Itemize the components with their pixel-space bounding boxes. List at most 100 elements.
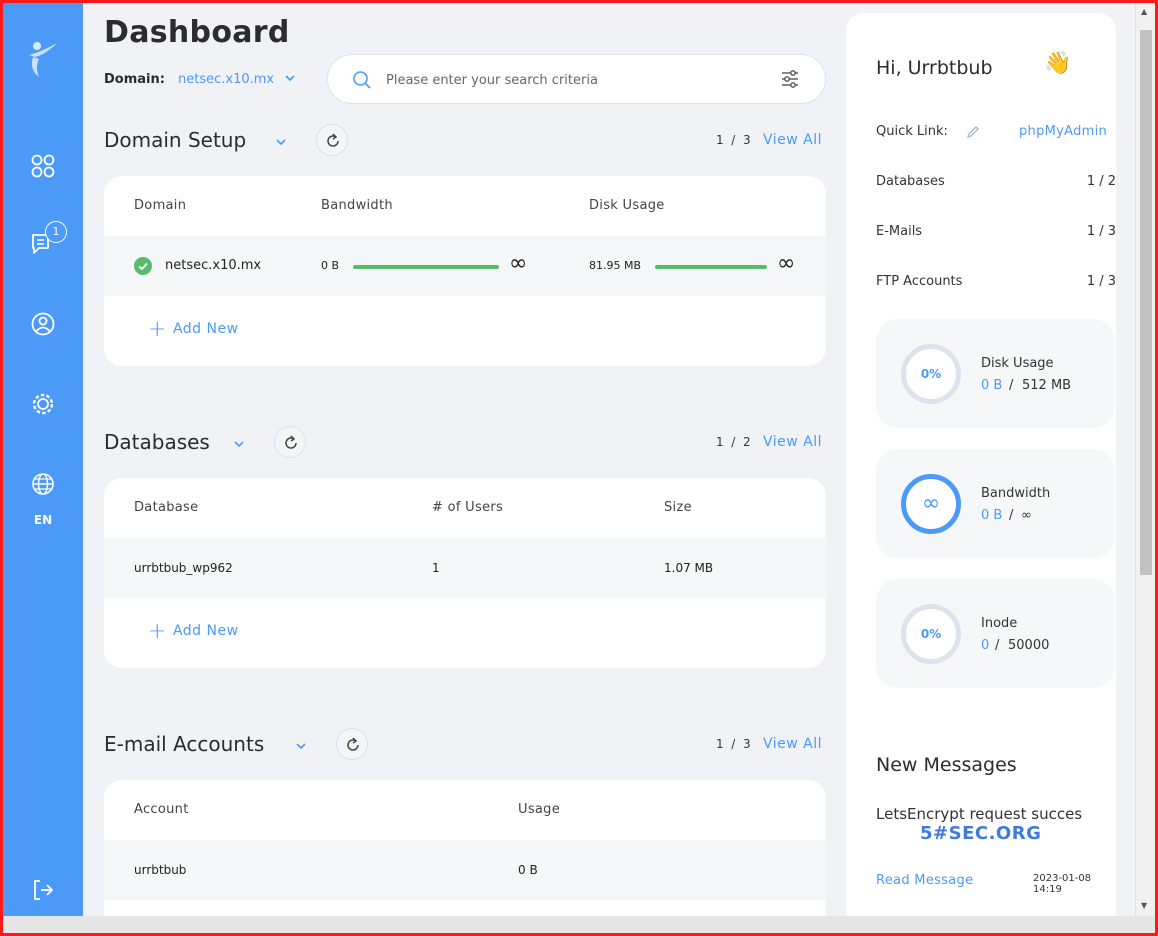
- language-selector[interactable]: EN: [3, 513, 83, 527]
- scroll-down-arrow-icon[interactable]: ▼: [1141, 901, 1147, 910]
- search-input[interactable]: [386, 68, 766, 92]
- pager-current: 1: [716, 737, 724, 751]
- domain-name[interactable]: netsec.x10.mx: [165, 258, 261, 273]
- read-message-link[interactable]: Read Message: [876, 873, 973, 888]
- inode-card: 0% Inode 0 / 50000: [876, 579, 1115, 688]
- check-circle-icon: [134, 257, 152, 275]
- chevron-down-icon[interactable]: [295, 741, 307, 751]
- pager: 1 / 3: [716, 133, 751, 147]
- refresh-icon: [285, 435, 297, 449]
- table-row[interactable]: urrbtbub 0 B: [104, 840, 826, 900]
- bandwidth-card: ∞ Bandwidth 0 B / ∞: [876, 449, 1115, 558]
- chevron-down-icon[interactable]: [275, 137, 287, 147]
- pager-separator: /: [731, 133, 736, 147]
- scroll-up-arrow-icon[interactable]: ▲: [1141, 7, 1147, 16]
- domain-label: Domain:: [104, 72, 165, 87]
- database-size: 1.07 MB: [664, 561, 714, 575]
- bandwidth-value: 0 B: [321, 259, 340, 272]
- scrollbar-thumb[interactable]: [1140, 30, 1152, 575]
- database-name[interactable]: urrbtbub_wp962: [134, 561, 233, 575]
- sidebar: 1 EN: [3, 3, 83, 916]
- refresh-button[interactable]: [336, 728, 368, 760]
- email-usage: 0 B: [518, 863, 538, 877]
- databases-title: Databases: [104, 430, 210, 454]
- domain-selector[interactable]: netsec.x10.mx: [178, 72, 274, 87]
- resource-title: Bandwidth: [981, 486, 1051, 501]
- resource-used: 0 B: [981, 378, 1003, 393]
- plus-icon: +: [148, 619, 167, 644]
- search-icon: [353, 71, 371, 89]
- column-header: Domain: [134, 198, 187, 213]
- settings-icon[interactable]: [30, 391, 56, 417]
- refresh-button[interactable]: [316, 124, 348, 156]
- disk-usage-bar: [655, 265, 767, 269]
- disk-usage-value: 81.95 MB: [589, 259, 642, 272]
- progress-percent: 0%: [920, 627, 942, 641]
- resource-limit: 512 MB: [1022, 378, 1072, 393]
- resource-used: 0 B: [981, 508, 1003, 523]
- add-domain-button[interactable]: + Add New: [148, 317, 239, 342]
- quick-link[interactable]: phpMyAdmin: [1019, 124, 1107, 139]
- progress-ring: 0%: [901, 604, 961, 664]
- globe-icon[interactable]: [30, 471, 56, 497]
- databases-card: Database # of Users Size urrbtbub_wp962 …: [104, 478, 826, 668]
- email-account-name[interactable]: urrbtbub: [134, 863, 186, 877]
- pager-total: 3: [742, 737, 751, 751]
- app-window: 1 EN Dashboard Domain: netsec.x10.mx Ple…: [3, 3, 1138, 916]
- resource-limit: 50000: [1008, 638, 1050, 653]
- pager-current: 1: [716, 133, 724, 147]
- wave-icon: 👋: [1044, 51, 1072, 76]
- chevron-down-icon[interactable]: [233, 439, 245, 449]
- page-title: Dashboard: [104, 15, 290, 50]
- resource-limit: ∞: [1021, 508, 1032, 523]
- stat-value: 1 / 3: [1086, 274, 1116, 289]
- column-header: Bandwidth: [321, 198, 393, 213]
- notification-badge: 1: [45, 221, 67, 243]
- logo-icon[interactable]: [23, 37, 63, 81]
- stat-value: 1 / 2: [1086, 174, 1116, 189]
- add-database-button[interactable]: + Add New: [148, 619, 239, 644]
- filter-icon[interactable]: [779, 68, 801, 90]
- refresh-icon: [327, 133, 339, 147]
- watermark: 5#SEC.ORG: [920, 823, 1042, 844]
- view-all-link[interactable]: View All: [763, 736, 822, 752]
- greeting: Hi, Urrbtbub: [876, 57, 993, 79]
- column-header: # of Users: [432, 500, 504, 515]
- logout-icon[interactable]: [30, 877, 56, 903]
- resource-separator: /: [1009, 378, 1014, 393]
- chevron-down-icon[interactable]: [284, 73, 296, 83]
- new-messages-title: New Messages: [876, 754, 1017, 776]
- email-accounts-title: E-mail Accounts: [104, 732, 265, 756]
- table-row[interactable]: urrbtbub_wp962 1 1.07 MB: [104, 538, 826, 598]
- domain-setup-card: Domain Bandwidth Disk Usage netsec.x10.m…: [104, 176, 826, 366]
- view-all-link[interactable]: View All: [763, 132, 822, 148]
- progress-percent: ∞: [921, 491, 941, 516]
- plus-icon: +: [148, 317, 167, 342]
- pager-current: 1: [716, 435, 724, 449]
- email-accounts-card: Account Usage urrbtbub 0 B: [104, 780, 826, 916]
- search-bar: [327, 54, 826, 104]
- vertical-scrollbar[interactable]: ▲ ▼: [1135, 3, 1155, 916]
- add-new-label: Add New: [172, 623, 239, 639]
- stat-value: 1 / 3: [1086, 224, 1116, 239]
- column-header: Database: [134, 500, 199, 515]
- pager: 1 / 2: [716, 435, 751, 449]
- pencil-icon[interactable]: [966, 125, 980, 139]
- view-all-link[interactable]: View All: [763, 434, 822, 450]
- add-new-label: Add New: [172, 321, 239, 337]
- progress-ring: ∞: [901, 474, 961, 534]
- column-header: Account: [134, 802, 189, 817]
- message-date: 2023-01-08 14:19: [1033, 873, 1092, 895]
- user-icon[interactable]: [30, 311, 56, 337]
- pager-separator: /: [731, 435, 736, 449]
- horizontal-scrollbar[interactable]: [3, 916, 1155, 933]
- stat-label: Databases: [876, 174, 945, 189]
- dashboard-icon[interactable]: [30, 153, 56, 179]
- pager-total: 3: [742, 133, 751, 147]
- progress-ring: 0%: [901, 344, 961, 404]
- progress-percent: 0%: [920, 367, 942, 381]
- database-users: 1: [432, 561, 440, 575]
- refresh-button[interactable]: [274, 426, 306, 458]
- table-row[interactable]: netsec.x10.mx 0 B ∞ 81.95 MB ∞: [104, 236, 826, 296]
- right-panel: Hi, Urrbtbub 👋 Quick Link: phpMyAdmin Da…: [846, 13, 1116, 916]
